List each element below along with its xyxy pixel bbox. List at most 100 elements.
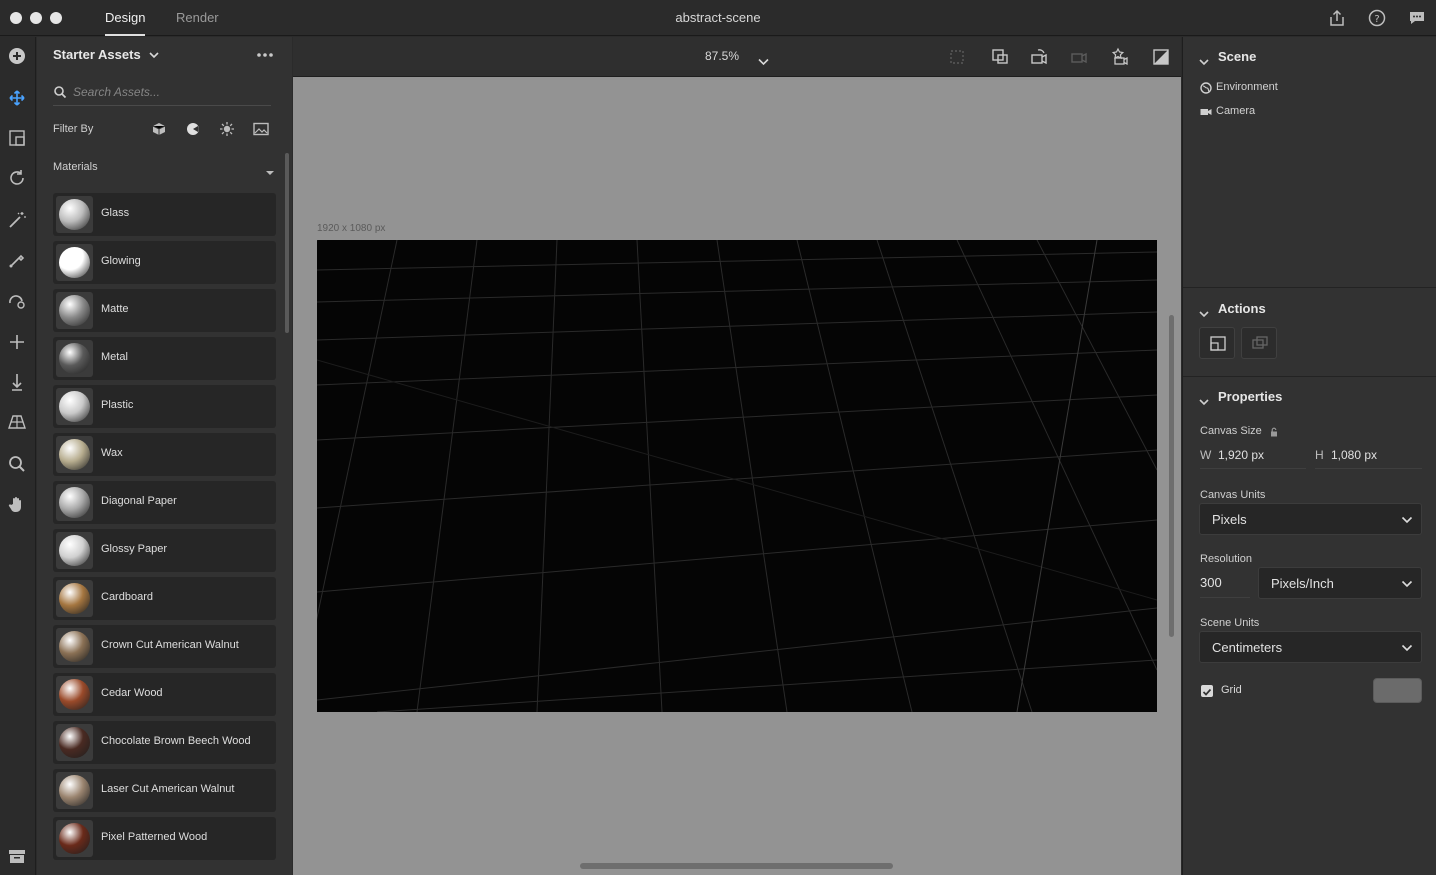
share-icon[interactable] xyxy=(1327,8,1347,28)
camera-orbit-icon[interactable] xyxy=(1029,47,1049,67)
materials-filter-icon[interactable] xyxy=(184,120,202,138)
fit-selection-icon[interactable] xyxy=(990,47,1010,67)
select-icon[interactable] xyxy=(6,127,28,149)
perspective-icon[interactable] xyxy=(6,411,28,433)
grid-checkbox[interactable] xyxy=(1201,685,1213,697)
material-item[interactable]: Diagonal Paper xyxy=(53,481,276,524)
canvas-units-select[interactable]: Pixels xyxy=(1199,503,1422,535)
material-item[interactable]: Wax xyxy=(53,433,276,476)
material-item[interactable]: Laser Cut American Walnut xyxy=(53,769,276,812)
canvas-height-field[interactable]: 1,080 px xyxy=(1331,448,1377,462)
feedback-icon[interactable] xyxy=(1407,8,1427,28)
chevron-down-icon[interactable] xyxy=(1199,53,1209,66)
move-icon[interactable] xyxy=(6,87,28,109)
archive-icon[interactable] xyxy=(6,845,28,867)
tab-render[interactable]: Render xyxy=(176,0,219,36)
resolution-units-select[interactable]: Pixels/Inch xyxy=(1258,567,1422,599)
camera-pan-icon[interactable] xyxy=(1069,47,1089,67)
material-item[interactable]: Glowing xyxy=(53,241,276,284)
resolution-field[interactable]: 300 xyxy=(1200,575,1222,590)
material-item[interactable]: Glossy Paper xyxy=(53,529,276,572)
rotate-icon[interactable] xyxy=(6,167,28,189)
scene-item-environment[interactable]: Environment xyxy=(1216,81,1278,93)
grid-color-swatch[interactable] xyxy=(1373,678,1422,703)
material-name: Glowing xyxy=(101,255,141,267)
caret-down-icon[interactable] xyxy=(265,164,275,175)
zoom-level[interactable]: 87.5% xyxy=(705,49,739,63)
material-ball xyxy=(59,775,90,806)
material-item[interactable]: Crown Cut American Walnut xyxy=(53,625,276,668)
filter-label: Filter By xyxy=(53,123,94,135)
lock-icon[interactable] xyxy=(1268,425,1280,437)
zoom-icon[interactable] xyxy=(6,453,28,475)
material-name: Cedar Wood xyxy=(101,687,163,699)
material-item[interactable]: Cedar Wood xyxy=(53,673,276,716)
title-bar: Design Render abstract-scene ? xyxy=(0,0,1436,36)
scene-section-title[interactable]: Scene xyxy=(1218,49,1256,64)
tool-bar xyxy=(0,37,36,875)
close-window-button[interactable] xyxy=(10,12,22,24)
material-name: Matte xyxy=(101,303,129,315)
assets-title[interactable]: Starter Assets xyxy=(53,47,159,67)
material-thumbnail xyxy=(56,484,93,521)
material-item[interactable]: Metal xyxy=(53,337,276,380)
material-ball xyxy=(59,583,90,614)
resolution-units-value: Pixels/Inch xyxy=(1271,576,1334,591)
render-preview-icon[interactable] xyxy=(1151,47,1171,67)
tab-design[interactable]: Design xyxy=(105,0,146,36)
material-item[interactable]: Pixel Patterned Wood xyxy=(53,817,276,860)
material-item[interactable]: Plastic xyxy=(53,385,276,428)
assets-scrollbar[interactable] xyxy=(285,153,289,333)
magic-wand-icon[interactable] xyxy=(6,209,28,231)
search-input[interactable] xyxy=(73,82,263,102)
material-thumbnail xyxy=(56,340,93,377)
material-item[interactable]: Chocolate Brown Beech Wood xyxy=(53,721,276,764)
materials-section-label[interactable]: Materials xyxy=(53,161,98,173)
axis-move-icon[interactable] xyxy=(6,331,28,353)
add-icon[interactable] xyxy=(6,45,28,67)
chevron-down-icon xyxy=(149,52,159,59)
chevron-down-icon[interactable] xyxy=(1199,393,1209,406)
models-filter-icon[interactable] xyxy=(150,120,168,138)
scene-units-label: Scene Units xyxy=(1200,617,1260,629)
resolution-underline xyxy=(1200,597,1250,598)
material-thumbnail xyxy=(56,724,93,761)
material-ball xyxy=(59,247,90,278)
sample-icon[interactable] xyxy=(6,291,28,313)
fit-canvas-action-button[interactable] xyxy=(1199,327,1235,359)
scene-viewport[interactable] xyxy=(317,240,1157,712)
lights-filter-icon[interactable] xyxy=(218,120,236,138)
actions-section-title[interactable]: Actions xyxy=(1218,301,1266,316)
scene-units-value: Centimeters xyxy=(1212,640,1283,655)
material-name: Diagonal Paper xyxy=(101,495,177,507)
minimize-window-button[interactable] xyxy=(30,12,42,24)
material-item[interactable]: Cardboard xyxy=(53,577,276,620)
vertical-scrollbar[interactable] xyxy=(1169,315,1174,637)
assets-panel: Starter Assets Filter By Materials Glass xyxy=(37,37,292,875)
camera-bookmark-icon[interactable] xyxy=(1110,47,1130,67)
material-thumbnail xyxy=(56,244,93,281)
hand-icon[interactable] xyxy=(6,493,28,515)
material-item[interactable]: Matte xyxy=(53,289,276,332)
chevron-down-icon[interactable] xyxy=(1199,305,1209,318)
material-thumbnail xyxy=(56,628,93,665)
height-prefix: H xyxy=(1315,448,1324,462)
zoom-window-button[interactable] xyxy=(50,12,62,24)
horizontal-scrollbar[interactable] xyxy=(580,863,893,869)
match-image-action-button[interactable] xyxy=(1241,327,1277,359)
chevron-down-icon[interactable] xyxy=(758,53,769,66)
canvas-width-field[interactable]: 1,920 px xyxy=(1218,448,1264,462)
frame-icon[interactable] xyxy=(947,47,967,67)
eyedropper-icon[interactable] xyxy=(6,249,28,271)
properties-section-title[interactable]: Properties xyxy=(1218,389,1282,404)
images-filter-icon[interactable] xyxy=(252,120,270,138)
drop-to-ground-icon[interactable] xyxy=(6,371,28,393)
scene-units-select[interactable]: Centimeters xyxy=(1199,631,1422,663)
help-icon[interactable]: ? xyxy=(1367,8,1387,28)
material-name: Metal xyxy=(101,351,128,363)
scene-item-camera[interactable]: Camera xyxy=(1216,105,1255,117)
search-icon xyxy=(54,86,67,99)
ground-grid xyxy=(317,240,1157,712)
material-item[interactable]: Glass xyxy=(53,193,276,236)
more-options-icon[interactable] xyxy=(255,47,275,63)
